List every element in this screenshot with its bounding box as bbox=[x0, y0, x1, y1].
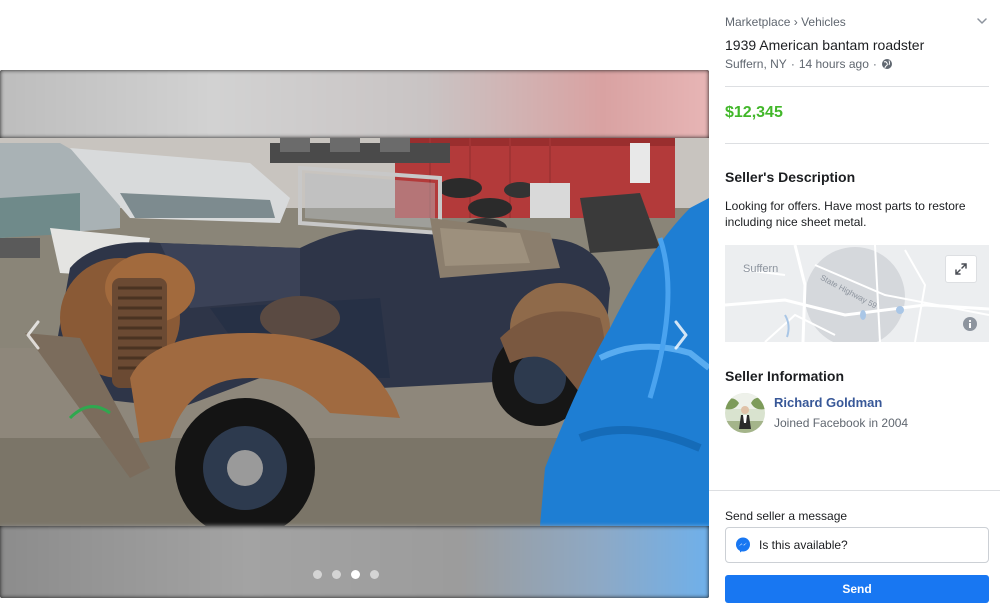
seller-name-link[interactable]: Richard Goldman bbox=[774, 395, 908, 410]
seller-avatar[interactable] bbox=[725, 393, 765, 433]
marketplace-listing-page: Marketplace › Vehicles 1939 American ban… bbox=[0, 0, 1000, 615]
listing-photo-image bbox=[0, 138, 709, 526]
message-input-box[interactable] bbox=[725, 527, 989, 563]
seller-card: Richard Goldman Joined Facebook in 2004 bbox=[725, 393, 908, 433]
description-text: Looking for offers. Have most parts to r… bbox=[725, 199, 966, 229]
divider bbox=[725, 143, 989, 144]
globe-icon bbox=[881, 59, 892, 69]
listing-meta: Suffern, NY · 14 hours ago · bbox=[725, 57, 893, 71]
chevron-right-icon bbox=[674, 320, 688, 350]
meta-separator: · bbox=[872, 57, 877, 71]
seller-info-heading: Seller Information bbox=[725, 368, 845, 384]
photo-dot-1[interactable] bbox=[313, 570, 322, 579]
listing-time: 14 hours ago bbox=[798, 57, 869, 71]
send-button[interactable]: Send bbox=[725, 575, 989, 603]
meta-separator: · bbox=[790, 57, 795, 71]
listing-location[interactable]: Suffern, NY bbox=[725, 57, 787, 71]
location-map[interactable]: Suffern State Highway 59 bbox=[725, 245, 989, 342]
seller-avatar-image bbox=[725, 393, 765, 433]
expand-icon bbox=[955, 263, 967, 275]
map-town-label: Suffern bbox=[743, 263, 779, 275]
photo-viewer bbox=[0, 70, 709, 598]
info-icon[interactable] bbox=[963, 317, 977, 331]
listing-title: 1939 American bantam roadster bbox=[725, 37, 925, 53]
breadcrumb-marketplace[interactable]: Marketplace bbox=[725, 15, 790, 29]
photo-dot-2[interactable] bbox=[332, 570, 341, 579]
previous-photo-button[interactable] bbox=[18, 318, 48, 352]
next-photo-button[interactable] bbox=[666, 318, 696, 352]
listing-price: $12,345 bbox=[725, 104, 783, 121]
breadcrumb: Marketplace › Vehicles bbox=[725, 15, 846, 29]
photo-blurred-backdrop-bottom bbox=[0, 526, 709, 598]
message-label: Send seller a message bbox=[725, 509, 848, 523]
message-seller-panel: Send seller a message Send bbox=[709, 490, 1000, 615]
message-input[interactable] bbox=[759, 538, 969, 552]
breadcrumb-separator: › bbox=[793, 15, 798, 29]
photo-dot-4[interactable] bbox=[370, 570, 379, 579]
seller-joined-text: Joined Facebook in 2004 bbox=[774, 416, 909, 430]
messenger-icon bbox=[736, 537, 750, 553]
expand-map-button[interactable] bbox=[945, 255, 977, 283]
photo-dot-3[interactable] bbox=[351, 570, 360, 579]
listing-photo[interactable] bbox=[0, 138, 709, 526]
listing-sidebar: Marketplace › Vehicles 1939 American ban… bbox=[709, 0, 1000, 615]
divider bbox=[725, 86, 989, 87]
chevron-left-icon bbox=[26, 320, 40, 350]
description-heading: Seller's Description bbox=[725, 169, 856, 185]
chevron-down-icon[interactable] bbox=[977, 17, 987, 25]
photo-blurred-backdrop-top bbox=[0, 70, 709, 138]
photo-pagination-dots bbox=[313, 570, 379, 579]
breadcrumb-vehicles[interactable]: Vehicles bbox=[801, 15, 846, 29]
